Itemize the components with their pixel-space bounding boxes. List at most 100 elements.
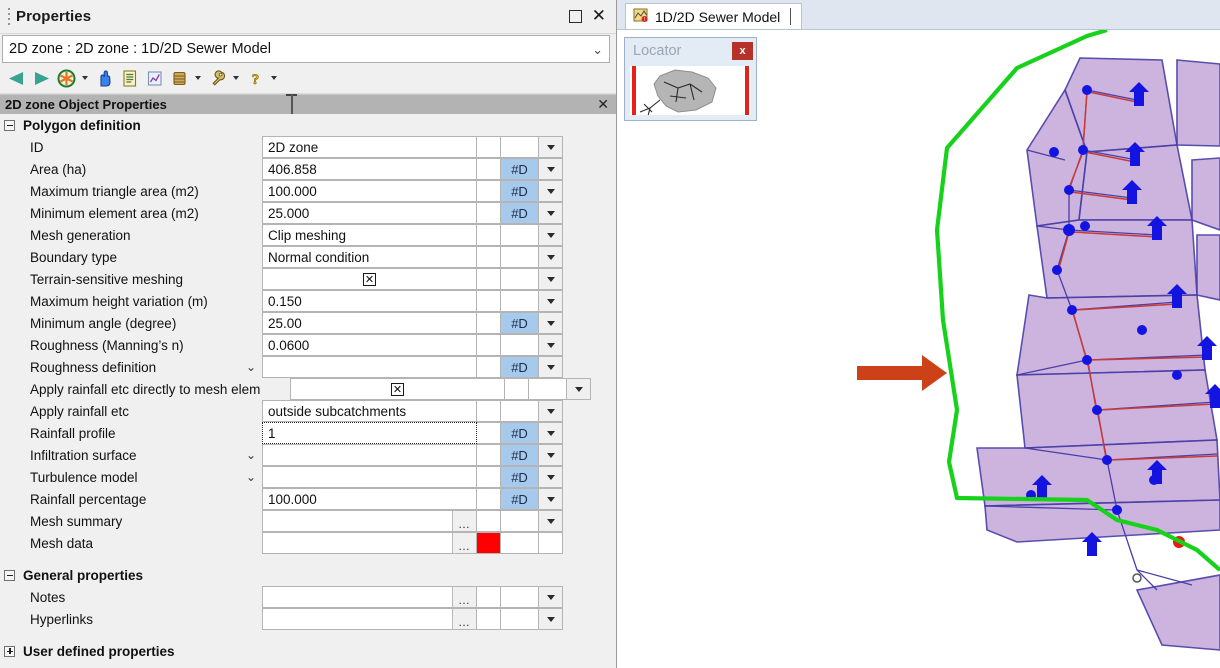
map-canvas[interactable] [617,30,1220,668]
property-row[interactable]: Turbulence model ⌄ #D [0,466,616,488]
property-value-cell[interactable]: Clip meshing [262,224,477,246]
data-flag-badge[interactable]: #D [501,466,539,488]
close-icon[interactable]: ✕ [592,8,606,25]
dropdown-arrow-button[interactable] [539,246,563,268]
dropdown-arrow-button[interactable] [539,224,563,246]
checkbox-checked-icon[interactable]: ✕ [363,272,376,286]
globe-refresh-icon[interactable] [54,66,78,91]
property-row[interactable]: Area (ha) 406.858 #D [0,158,616,180]
data-flag-cell[interactable] [501,268,539,290]
ellipsis-browse-button[interactable]: … [452,609,476,629]
dropdown-arrow-button[interactable] [539,334,563,356]
property-value-cell[interactable]: 0.150 [262,290,477,312]
dropdown-arrow-button[interactable] [539,356,563,378]
chevron-down-icon[interactable]: ⌄ [246,471,256,483]
property-row[interactable]: Maximum height variation (m) 0.150 [0,290,616,312]
dropdown-arrow-button[interactable] [539,202,563,224]
data-flag-cell[interactable] [501,586,539,608]
dropdown-arrow-button[interactable] [539,532,563,554]
expand-icon[interactable] [4,645,15,657]
locator-close-button[interactable]: x [732,42,753,60]
locator-thumbnail[interactable] [630,66,751,115]
property-value-cell[interactable]: outside subcatchments [262,400,477,422]
property-row[interactable]: Apply rainfall etc directly to mesh elem… [0,378,616,400]
wrench-tools-icon[interactable] [205,66,229,91]
property-row[interactable]: Hyperlinks… [0,608,616,630]
property-value-cell[interactable]: 2D zone [262,136,477,158]
dropdown-arrow-button[interactable] [539,510,563,532]
property-row[interactable]: Minimum angle (degree) 25.00 #D [0,312,616,334]
property-row[interactable]: Apply rainfall etc outside subcatchments [0,400,616,422]
dropdown-arrow-button[interactable] [539,312,563,334]
property-value-cell[interactable]: … [262,608,477,630]
property-checkbox-cell[interactable]: ✕ [262,268,477,290]
dropdown-arrow-button[interactable] [539,466,563,488]
help-dropdown-icon[interactable] [268,66,280,91]
property-row[interactable]: Roughness (Manning’s n) 0.0600 [0,334,616,356]
database-icon[interactable] [167,66,191,91]
property-row[interactable]: Notes… [0,586,616,608]
data-flag-cell[interactable] [529,378,567,400]
dropdown-arrow-button[interactable] [539,488,563,510]
dropdown-arrow-button[interactable] [539,444,563,466]
collapse-icon[interactable] [4,119,15,131]
dropdown-arrow-button[interactable] [539,608,563,630]
property-value-cell[interactable] [262,466,477,488]
dropdown-arrow-button[interactable] [539,136,563,158]
data-flag-badge[interactable]: #D [501,356,539,378]
property-value-cell[interactable]: … [262,510,477,532]
property-row[interactable]: Rainfall percentage 100.000 #D [0,488,616,510]
property-value-cell[interactable]: Normal condition [262,246,477,268]
checkbox-checked-icon[interactable]: ✕ [391,382,404,396]
property-row[interactable]: Maximum triangle area (m2) 100.000 #D [0,180,616,202]
hand-pan-icon[interactable] [92,66,116,91]
drag-grip-icon[interactable] [4,6,14,28]
data-flag-cell[interactable] [501,532,539,554]
restore-icon[interactable] [568,10,582,23]
property-group-collapsed[interactable]: User defined properties [0,640,616,662]
ellipsis-browse-button[interactable]: … [452,587,476,607]
property-row[interactable]: Boundary type Normal condition [0,246,616,268]
help-icon[interactable]: ? [243,66,267,91]
data-flag-badge[interactable]: #D [501,202,539,224]
globe-dropdown-icon[interactable] [79,66,91,91]
property-value-cell[interactable]: … [262,586,477,608]
property-row[interactable]: Mesh summary… [0,510,616,532]
data-flag-cell[interactable] [501,334,539,356]
dropdown-arrow-button[interactable] [539,180,563,202]
dropdown-arrow-button[interactable] [539,422,563,444]
chevron-down-icon[interactable]: ⌄ [592,43,603,56]
property-value-cell[interactable]: … [262,532,477,554]
property-value-cell[interactable]: 25.00 [262,312,477,334]
data-flag-badge[interactable]: #D [501,422,539,444]
data-flag-badge[interactable]: #D [501,488,539,510]
data-flag-cell[interactable] [501,608,539,630]
ellipsis-browse-button[interactable]: … [452,511,476,531]
data-flag-cell[interactable] [501,246,539,268]
dropdown-arrow-button[interactable] [539,586,563,608]
property-value-cell[interactable] [262,444,477,466]
dropdown-arrow-button[interactable] [539,158,563,180]
database-dropdown-icon[interactable] [192,66,204,91]
property-row[interactable]: ID 2D zone [0,136,616,158]
property-value-cell[interactable]: 25.000 [262,202,477,224]
data-flag-cell[interactable] [501,400,539,422]
data-flag-badge[interactable]: #D [501,444,539,466]
tab-sewer-model[interactable]: ! 1D/2D Sewer Model [625,3,803,29]
property-value-cell[interactable]: 406.858 [262,158,477,180]
property-row[interactable]: Infiltration surface ⌄ #D [0,444,616,466]
data-flag-cell[interactable] [501,290,539,312]
data-flag-badge[interactable]: #D [501,312,539,334]
data-flag-badge[interactable]: #D [501,158,539,180]
property-row[interactable]: Minimum element area (m2) 25.000 #D [0,202,616,224]
ellipsis-browse-button[interactable]: … [452,533,476,553]
section-close-icon[interactable]: ✕ [597,96,616,113]
property-group-expanded[interactable]: General properties [0,564,616,586]
data-flag-badge[interactable]: #D [501,180,539,202]
chart-graph-icon[interactable] [142,66,166,91]
property-row[interactable]: Roughness definition ⌄ #D [0,356,616,378]
property-value-cell[interactable]: 100.000 [262,180,477,202]
dropdown-arrow-button[interactable] [539,268,563,290]
chevron-down-icon[interactable]: ⌄ [246,361,256,373]
chevron-down-icon[interactable]: ⌄ [246,449,256,461]
